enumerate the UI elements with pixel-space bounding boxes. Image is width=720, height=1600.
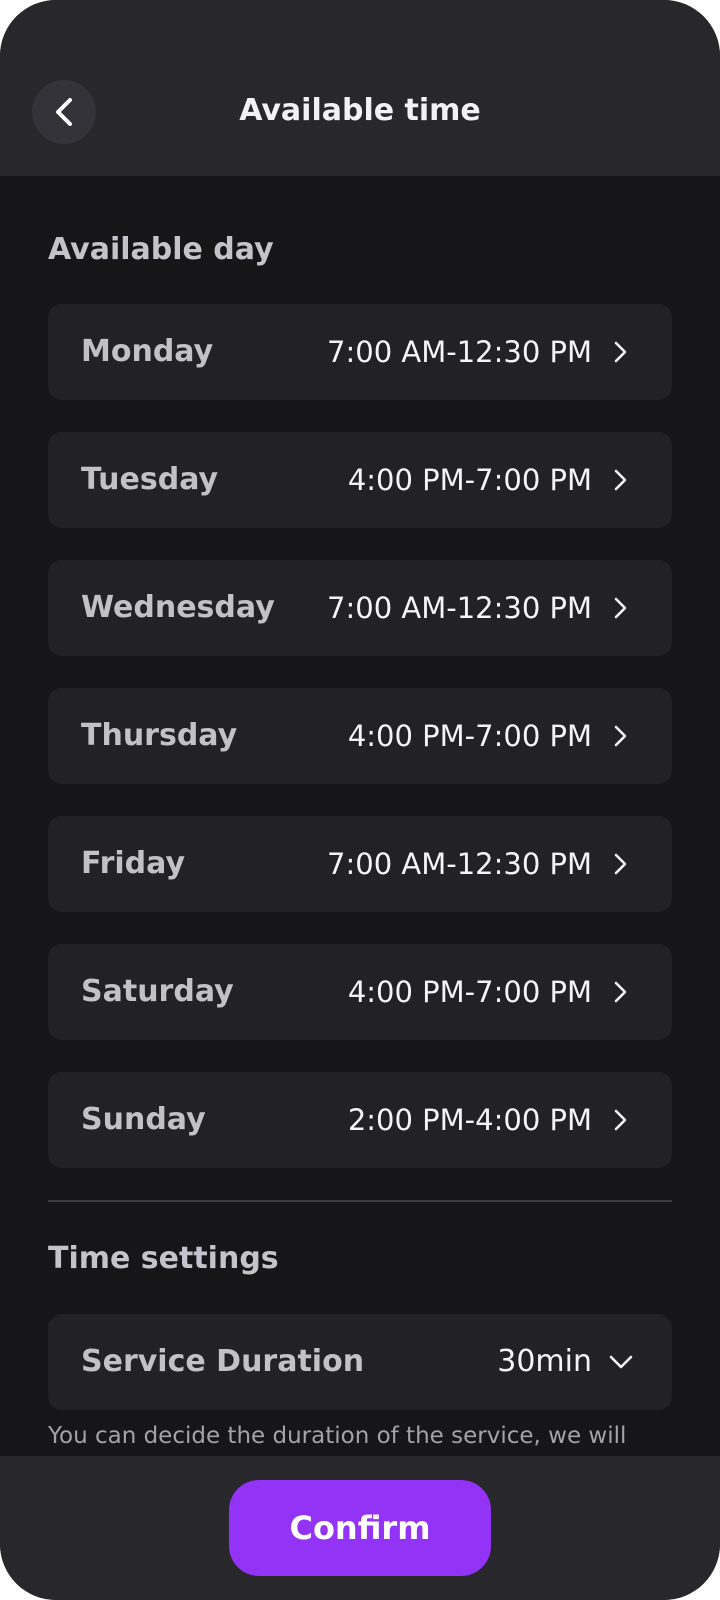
- day-name: Monday: [81, 334, 214, 369]
- page-title: Available time: [239, 93, 481, 128]
- header-bar: Available time: [0, 0, 720, 176]
- day-name: Saturday: [81, 974, 234, 1009]
- day-name: Wednesday: [81, 590, 275, 625]
- chevron-right-icon: [608, 468, 632, 492]
- chevron-down-icon: [608, 1350, 634, 1374]
- day-row-friday[interactable]: Friday 7:00 AM-12:30 PM: [48, 816, 672, 912]
- app-screen: Available time Available day Monday 7:00…: [0, 0, 720, 1600]
- section-divider: [48, 1200, 672, 1202]
- day-name: Tuesday: [81, 462, 219, 497]
- chevron-right-icon: [608, 596, 632, 620]
- day-time-range: 7:00 AM-12:30 PM: [327, 847, 592, 881]
- time-settings-heading: Time settings: [48, 1241, 279, 1276]
- day-row-thursday[interactable]: Thursday 4:00 PM-7:00 PM: [48, 688, 672, 784]
- service-duration-select[interactable]: Service Duration 30min: [48, 1314, 672, 1410]
- chevron-right-icon: [608, 852, 632, 876]
- day-row-sunday[interactable]: Sunday 2:00 PM-4:00 PM: [48, 1072, 672, 1168]
- day-name: Friday: [81, 846, 186, 881]
- service-duration-value: 30min: [497, 1344, 592, 1379]
- day-name: Thursday: [81, 718, 238, 753]
- service-duration-helper-text: You can decide the duration of the servi…: [48, 1423, 627, 1449]
- chevron-right-icon: [608, 340, 632, 364]
- day-time-range: 2:00 PM-4:00 PM: [347, 1103, 592, 1137]
- day-time-range: 7:00 AM-12:30 PM: [327, 591, 592, 625]
- chevron-right-icon: [608, 1108, 632, 1132]
- day-time-range: 4:00 PM-7:00 PM: [347, 463, 592, 497]
- chevron-right-icon: [608, 980, 632, 1004]
- day-row-saturday[interactable]: Saturday 4:00 PM-7:00 PM: [48, 944, 672, 1040]
- chevron-right-icon: [608, 724, 632, 748]
- available-day-heading: Available day: [48, 232, 274, 267]
- day-row-tuesday[interactable]: Tuesday 4:00 PM-7:00 PM: [48, 432, 672, 528]
- day-row-monday[interactable]: Monday 7:00 AM-12:30 PM: [48, 304, 672, 400]
- day-time-range: 4:00 PM-7:00 PM: [347, 975, 592, 1009]
- confirm-button[interactable]: Confirm: [229, 1480, 491, 1576]
- day-time-range: 4:00 PM-7:00 PM: [347, 719, 592, 753]
- service-duration-label: Service Duration: [81, 1344, 365, 1379]
- day-name: Sunday: [81, 1102, 206, 1137]
- footer-bar: Confirm: [0, 1456, 720, 1600]
- day-row-wednesday[interactable]: Wednesday 7:00 AM-12:30 PM: [48, 560, 672, 656]
- day-time-range: 7:00 AM-12:30 PM: [327, 335, 592, 369]
